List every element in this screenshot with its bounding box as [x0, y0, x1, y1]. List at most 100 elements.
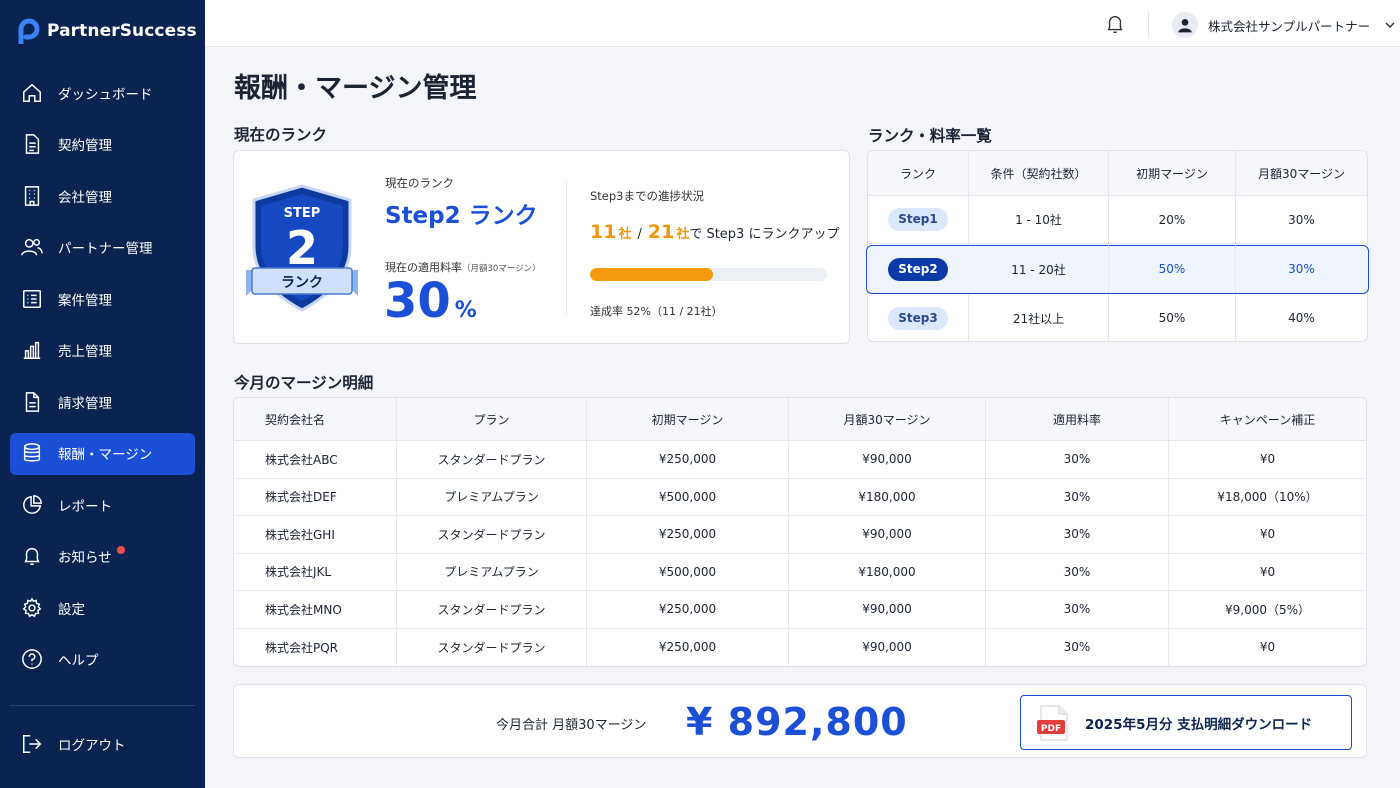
sidebar-item-dashboard[interactable]: ダッシュボード	[0, 67, 205, 119]
table-cell: 20%	[1109, 196, 1236, 243]
current-count: 11	[590, 221, 617, 243]
progress-summary: 11 社 / 21 社 で Step3 にランクアップ	[590, 221, 839, 243]
help-icon	[20, 647, 44, 671]
rank-pill: Step1	[888, 208, 948, 231]
rank-cell: Step2	[868, 245, 969, 293]
table-cell: 21社以上	[969, 294, 1109, 342]
table-cell: ¥90,000	[789, 441, 986, 478]
sidebar-item-label: 案件管理	[58, 292, 112, 309]
users-icon	[20, 235, 44, 259]
table-cell: ¥18,000（10%）	[1217, 490, 1318, 505]
table-cell: 50%	[1109, 294, 1236, 342]
column-header: 初期マージン	[1109, 151, 1236, 195]
badge-step-text: STEP	[284, 206, 321, 221]
column-header: キャンペーン補正	[1219, 412, 1316, 427]
sidebar-item-label: 請求管理	[58, 395, 112, 412]
table-row-current: Step2 11 - 20社 50% 30%	[868, 245, 1367, 293]
table-cell: スタンダードプラン	[397, 441, 587, 478]
sidebar-item-contracts[interactable]: 契約管理	[0, 119, 205, 171]
column-header: 条件（契約社数）	[969, 151, 1109, 195]
sidebar-item-settings[interactable]: 設定	[0, 582, 205, 634]
sidebar-item-label: レポート	[58, 498, 112, 515]
avatar	[1172, 12, 1198, 38]
sidebar-item-label: ダッシュボード	[58, 86, 153, 103]
sidebar-item-sales[interactable]: 売上管理	[0, 325, 205, 377]
applied-rate-number: 30	[384, 273, 451, 329]
rank-cell: Step3	[868, 294, 969, 342]
current-rank-label: 現在のランク	[385, 176, 454, 190]
column-header: 月額30マージン	[789, 398, 986, 440]
table-cell: 30%	[1288, 212, 1315, 227]
sidebar-item-margin[interactable]: 報酬・マージン	[0, 428, 205, 480]
sidebar-item-companies[interactable]: 会社管理	[0, 170, 205, 222]
monthly-total-card: 今月合計 月額30マージン ¥ 892,800 PDF 2025年5月分 支払明…	[233, 684, 1367, 758]
sidebar-item-label: ヘルプ	[58, 653, 99, 670]
sidebar-item-help[interactable]: ヘルプ	[0, 634, 205, 686]
progress-note: 達成率 52%（11 / 21社）	[590, 305, 723, 318]
sidebar-item-reports[interactable]: レポート	[0, 479, 205, 531]
count-separator: /	[637, 227, 642, 242]
sidebar-item-label: 契約管理	[58, 138, 112, 155]
rank-card-divider	[566, 181, 567, 315]
logout-button[interactable]: ログアウト	[0, 718, 205, 770]
table-cell: ¥250,000	[587, 441, 789, 478]
top-bar: 株式会社サンプルパートナー	[205, 0, 1400, 47]
progress-title: Step3までの進捗状況	[590, 189, 704, 203]
sidebar-item-billing[interactable]: 請求管理	[0, 376, 205, 428]
table-cell: 株式会社GHI	[234, 516, 397, 553]
column-header: プラン	[397, 398, 587, 440]
table-cell: ¥0	[1259, 564, 1276, 579]
progress-bar	[590, 268, 827, 281]
rate-table-section-title: ランク・料率一覧	[868, 127, 992, 145]
table-cell: ¥90,000	[789, 628, 986, 666]
table-cell: ¥9,000（5%）	[1224, 602, 1311, 617]
table-row: 株式会社DEF プレミアムプラン ¥500,000 ¥180,000 30% ¥…	[234, 478, 1366, 516]
app-logo[interactable]: PartnerSuccess	[18, 18, 197, 44]
sidebar: PartnerSuccess ダッシュボード 契約管理 会社管理 パートナー管理…	[0, 0, 205, 788]
sidebar-item-partners[interactable]: パートナー管理	[0, 222, 205, 274]
table-cell: 40%	[1288, 311, 1315, 325]
sidebar-item-projects[interactable]: 案件管理	[0, 273, 205, 325]
table-cell: ¥250,000	[587, 628, 789, 666]
bar-chart-icon	[20, 338, 44, 362]
notification-bell-icon[interactable]	[1104, 13, 1126, 35]
total-label: 今月合計 月額30マージン	[496, 718, 647, 733]
user-menu[interactable]: 株式会社サンプルパートナー	[1172, 12, 1396, 38]
pdf-icon-label: PDF	[1041, 724, 1061, 734]
table-cell: ¥250,000	[587, 591, 789, 628]
sidebar-item-notices[interactable]: お知らせ	[0, 531, 205, 583]
logout-area: ログアウト	[0, 718, 205, 770]
target-count: 21	[647, 221, 675, 243]
pdf-icon: PDF	[1037, 704, 1068, 741]
table-cell: 30%	[986, 441, 1169, 478]
bell-icon	[20, 544, 44, 568]
current-rank-value: Step2 ランク	[385, 203, 538, 229]
applied-rate-unit: %	[454, 298, 477, 323]
sidebar-divider	[10, 705, 195, 706]
table-cell: 50%	[1109, 245, 1236, 293]
current-count-unit: 社	[618, 227, 632, 242]
table-cell: ¥500,000	[587, 553, 789, 590]
table-cell: 株式会社ABC	[234, 441, 397, 478]
table-cell: 30%	[986, 628, 1169, 666]
total-value: ¥ 892,800	[686, 700, 908, 744]
table-cell: 30%	[986, 591, 1169, 628]
rank-pill: Step3	[888, 306, 948, 330]
sidebar-item-label: 報酬・マージン	[58, 447, 153, 464]
pie-chart-icon	[20, 493, 44, 517]
table-cell: 30%	[986, 478, 1169, 515]
detail-table-header: 契約会社名 プラン 初期マージン 月額30マージン 適用料率 キャンペーン補正	[234, 398, 1366, 441]
document-icon	[20, 132, 44, 156]
progress-fill	[590, 268, 714, 281]
detail-section-title: 今月のマージン明細	[234, 374, 374, 392]
table-cell: ¥0	[1259, 527, 1276, 542]
table-row: Step3 21社以上 50% 40%	[868, 294, 1367, 342]
margin-detail-table: 契約会社名 プラン 初期マージン 月額30マージン 適用料率 キャンペーン補正 …	[233, 397, 1367, 667]
table-cell: ¥180,000	[789, 553, 986, 590]
table-cell: ¥180,000	[789, 478, 986, 515]
current-rank-section-title: 現在のランク	[234, 126, 328, 144]
column-header: 適用料率	[986, 398, 1169, 440]
table-row: 株式会社GHI スタンダードプラン ¥250,000 ¥90,000 30% ¥…	[234, 516, 1366, 554]
rate-table-header: ランク 条件（契約社数） 初期マージン 月額30マージン	[868, 151, 1367, 196]
download-statement-button[interactable]: PDF 2025年5月分 支払明細ダウンロード	[1020, 695, 1352, 750]
